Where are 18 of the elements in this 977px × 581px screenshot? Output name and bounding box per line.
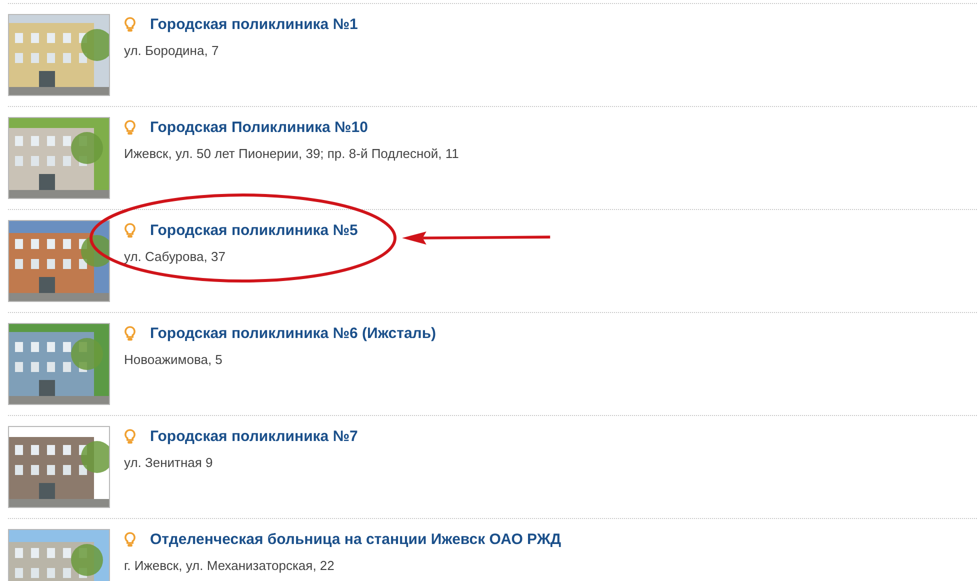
clinic-address: ул. Зенитная 9: [124, 455, 214, 470]
clinic-link[interactable]: Городская поликлиника №5: [150, 222, 358, 239]
clinic-link[interactable]: Городская Поликлиника №10: [150, 119, 368, 136]
clinic-address: ул. Сабурова, 37: [124, 249, 226, 264]
lightbulb-icon: [124, 428, 136, 444]
clinic-link[interactable]: Отделенческая больница на станции Ижевск ОАО РЖД: [150, 531, 562, 548]
lightbulb-icon: [124, 120, 136, 136]
clinic-address: Новоажимова, 5: [124, 352, 224, 367]
clinic-link[interactable]: Городская поликлиника №1: [150, 16, 358, 33]
lightbulb-icon: [124, 222, 136, 238]
lightbulb-icon: [124, 326, 136, 342]
clinic-link[interactable]: Городская поликлиника №7: [150, 428, 358, 445]
lightbulb-icon: [124, 532, 136, 548]
clinic-address: Ижевск, ул. 50 лет Пионерии, 39; пр. 8-й Подлесной, 11: [124, 146, 459, 161]
clinic-address: г. Ижевск, ул. Механизаторская, 22: [124, 558, 336, 573]
clinic-address: ул. Бородина, 7: [124, 43, 220, 58]
clinic-link[interactable]: Городская поликлиника №6 (Ижсталь): [150, 325, 436, 342]
lightbulb-icon: [124, 16, 136, 32]
